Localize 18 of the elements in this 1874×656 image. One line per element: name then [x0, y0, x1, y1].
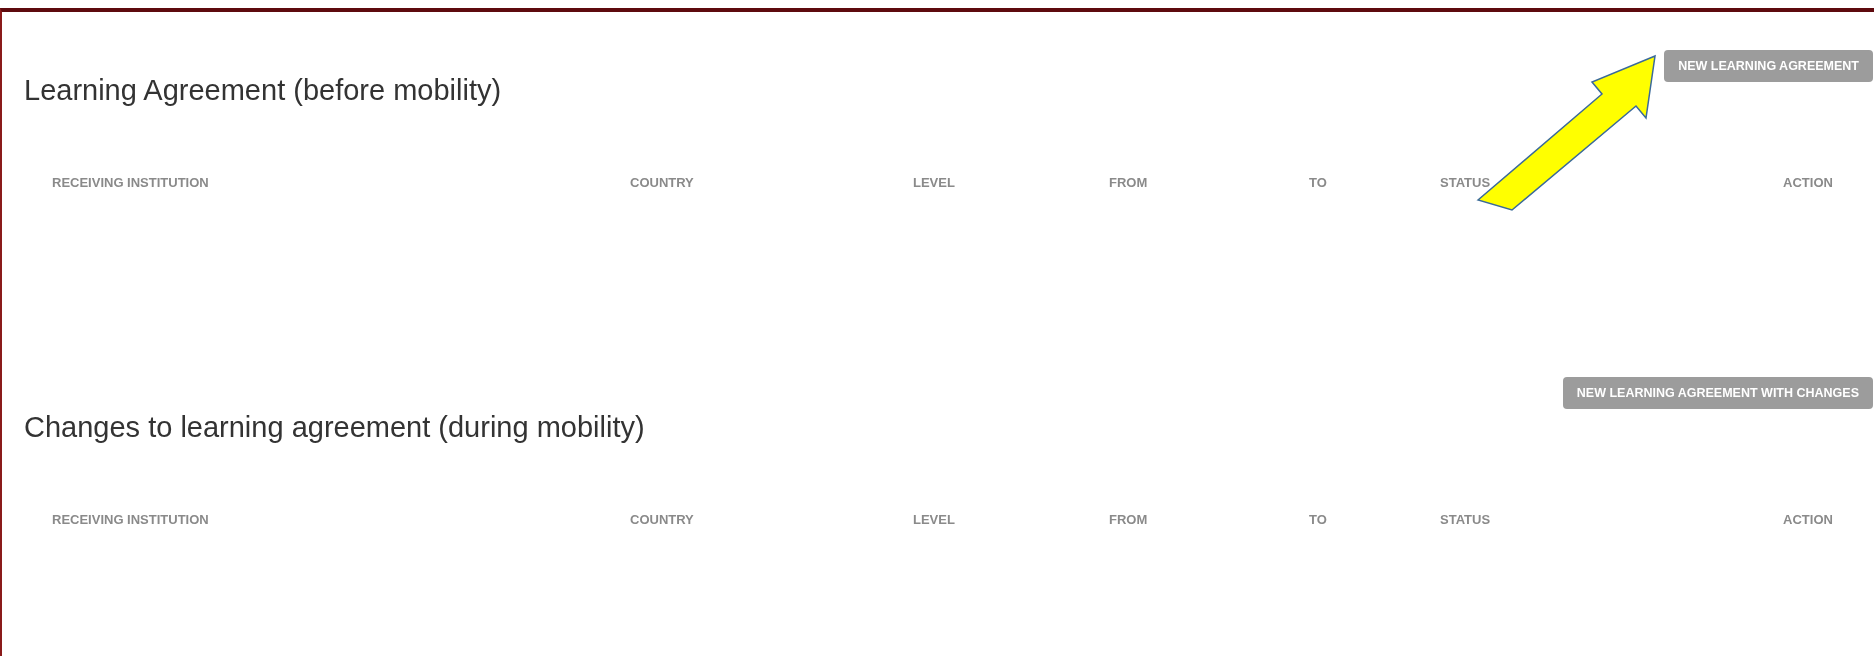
- column-header: LEVEL: [913, 175, 956, 190]
- column-header: TO: [1309, 512, 1328, 527]
- column-header: FROM: [1109, 175, 1149, 190]
- column-header: FROM: [1109, 512, 1149, 527]
- column-header: ACTION: [1782, 512, 1834, 527]
- column-header: TO: [1309, 175, 1328, 190]
- new-agreement-button[interactable]: NEW LEARNING AGREEMENT: [1664, 50, 1873, 82]
- column-header: COUNTRY: [630, 175, 695, 190]
- section-title: Learning Agreement (before mobility): [24, 74, 502, 107]
- section-title: Changes to learning agreement (during mobility): [24, 411, 645, 444]
- column-header: STATUS: [1440, 175, 1492, 190]
- column-header: RECEIVING INSTITUTION: [52, 175, 210, 190]
- column-header: ACTION: [1782, 175, 1834, 190]
- new-agreement-button[interactable]: NEW LEARNING AGREEMENT WITH CHANGES: [1562, 377, 1873, 409]
- column-header: RECEIVING INSTITUTION: [52, 512, 210, 527]
- column-header: STATUS: [1440, 512, 1492, 527]
- column-header: COUNTRY: [630, 512, 695, 527]
- column-header: LEVEL: [913, 512, 956, 527]
